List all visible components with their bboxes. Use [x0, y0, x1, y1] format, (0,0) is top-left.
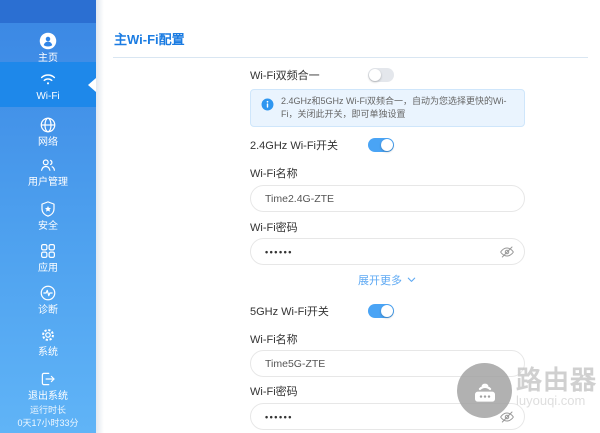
sidebar-item-system[interactable]: 系统: [0, 326, 96, 358]
sidebar-item-apps[interactable]: 应用: [0, 242, 96, 274]
dual-band-row: Wi-Fi双频合一: [250, 66, 525, 84]
sidebar-item-wifi[interactable]: Wi-Fi: [0, 62, 96, 107]
wifi-name-input-2g[interactable]: [250, 185, 525, 212]
sidebar-item-network[interactable]: 网络: [0, 116, 96, 148]
apps-grid-icon: [41, 244, 55, 258]
sidebar-item-label: Wi-Fi: [36, 91, 60, 102]
sidebar-item-security[interactable]: 安全: [0, 200, 96, 232]
wifi-password-field-2g: [250, 238, 525, 265]
sidebar-item-user-management[interactable]: 用户管理: [0, 156, 96, 188]
network-globe-icon: [40, 117, 56, 133]
uptime-value: 0天17小时33分: [17, 418, 79, 428]
toggle-knob: [381, 139, 393, 151]
sidebar: 主页 Wi-Fi 网络 用户管理 安全 应用 诊断 系统 退出系统 运行时长 0…: [0, 0, 96, 433]
wifi-password-input-2g[interactable]: [250, 238, 525, 265]
watermark-text: 路由器 luyouqi.com: [516, 363, 597, 408]
page-title: 主Wi-Fi配置: [114, 32, 185, 47]
sidebar-top-strip: [0, 0, 96, 23]
router-admin-window: 主页 Wi-Fi 网络 用户管理 安全 应用 诊断 系统 退出系统 运行时长 0…: [0, 0, 600, 433]
toggle-knob: [381, 305, 393, 317]
uptime-status: 运行时长 0天17小时33分: [0, 404, 96, 430]
switch-label-2g: 2.4GHz Wi-Fi开关: [250, 140, 338, 152]
sidebar-item-label: 用户管理: [28, 177, 68, 188]
home-user-icon: [39, 32, 57, 50]
sidebar-item-label: 应用: [38, 263, 58, 274]
wifi-password-label-5g: Wi-Fi密码: [250, 386, 298, 398]
sidebar-item-label: 退出系统: [28, 391, 68, 402]
wifi-name-field-5g: [250, 350, 525, 377]
wifi-icon: [40, 74, 56, 85]
info-icon: [261, 98, 274, 111]
expand-more-label: 展开更多: [358, 275, 402, 287]
wifi-password-label-2g: Wi-Fi密码: [250, 222, 298, 234]
wifi-name-field-2g: [250, 185, 525, 212]
password-visibility-icon[interactable]: [499, 409, 515, 425]
toggle-knob: [369, 69, 381, 81]
sidebar-item-label: 安全: [38, 221, 58, 232]
dual-band-label: Wi-Fi双频合一: [250, 70, 320, 82]
sidebar-item-diagnosis[interactable]: 诊断: [0, 284, 96, 316]
switch-row-5g: 5GHz Wi-Fi开关: [250, 302, 525, 320]
wifi-password-input-5g[interactable]: [250, 403, 525, 430]
wifi-5g-toggle[interactable]: [368, 304, 394, 318]
users-icon: [41, 159, 55, 171]
switch-label-5g: 5GHz Wi-Fi开关: [250, 306, 329, 318]
uptime-label: 运行时长: [29, 405, 66, 415]
sidebar-item-logout[interactable]: 退出系统: [0, 370, 96, 402]
info-note-text: 2.4GHz和5GHz Wi-Fi双频合一，自动为您选择更快的Wi-Fi，关闭此…: [281, 96, 507, 119]
wifi-name-label-2g: Wi-Fi名称: [250, 168, 298, 180]
header-divider: [113, 57, 588, 58]
logout-icon: [41, 372, 55, 386]
chevron-down-icon: [407, 277, 416, 282]
dual-band-toggle[interactable]: [368, 68, 394, 82]
sidebar-item-home[interactable]: 主页: [0, 32, 96, 64]
system-gear-icon: [42, 329, 54, 341]
expand-more-link[interactable]: 展开更多: [250, 274, 525, 289]
password-visibility-icon[interactable]: [499, 244, 515, 260]
sidebar-item-label: 诊断: [38, 305, 58, 316]
watermark-subtitle: luyouqi.com: [516, 393, 586, 408]
dual-band-info-note: 2.4GHz和5GHz Wi-Fi双频合一，自动为您选择更快的Wi-Fi，关闭此…: [250, 89, 525, 127]
diagnosis-pulse-icon: [40, 285, 56, 301]
wifi-password-field-5g: [250, 403, 525, 430]
sidebar-item-label: 系统: [38, 347, 58, 358]
main-content: 主Wi-Fi配置 Wi-Fi双频合一 2.4GHz和5GHz Wi-Fi双频合一…: [96, 0, 600, 433]
wifi-2g-toggle[interactable]: [368, 138, 394, 152]
wifi-name-label-5g: Wi-Fi名称: [250, 334, 298, 346]
sidebar-item-label: 网络: [38, 137, 58, 148]
watermark-title: 路由器: [516, 365, 598, 395]
security-shield-icon: [41, 201, 55, 217]
wifi-name-input-5g[interactable]: [250, 350, 525, 377]
switch-row-2g: 2.4GHz Wi-Fi开关: [250, 136, 525, 154]
